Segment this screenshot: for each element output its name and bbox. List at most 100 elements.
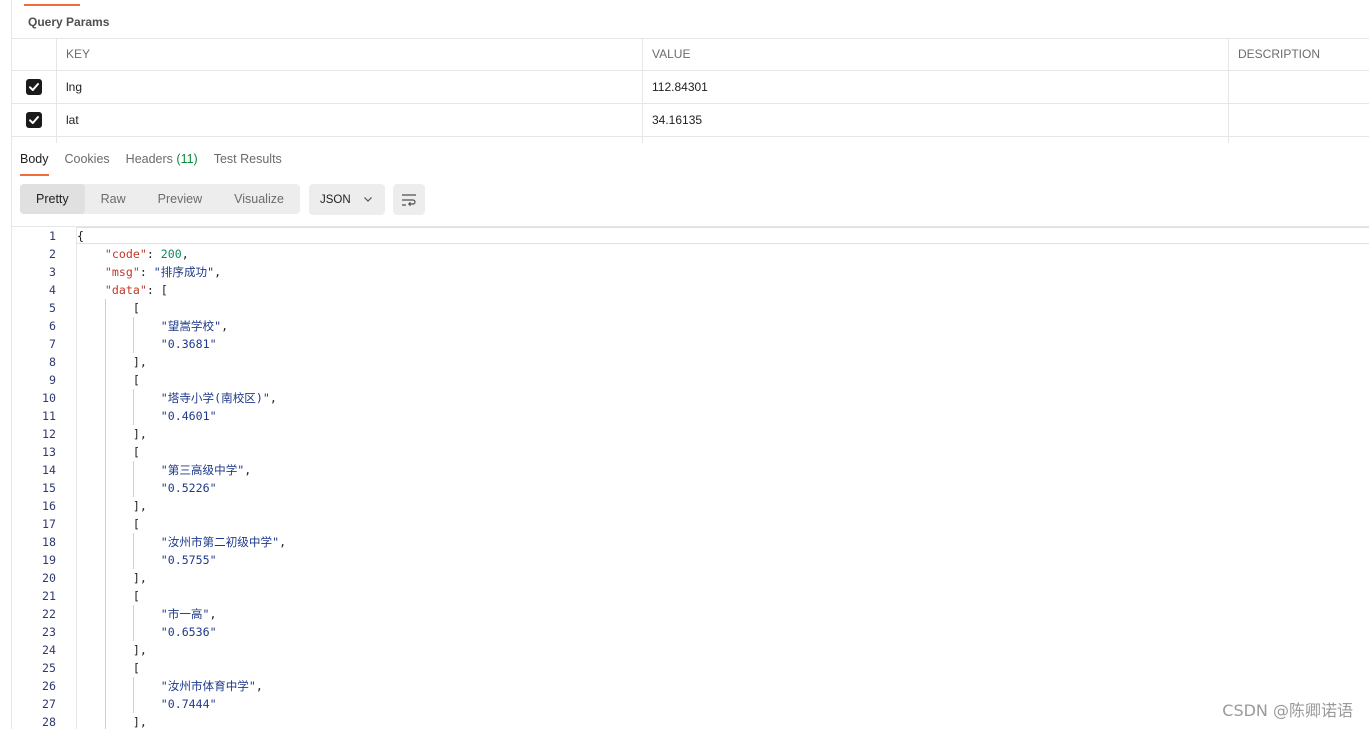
code-line: 19 "0.5755" xyxy=(12,551,1369,569)
code-text: [ xyxy=(77,661,140,675)
code-text: "0.7444" xyxy=(160,697,217,711)
code-line: 3 "msg": "排序成功", xyxy=(12,263,1369,281)
line-number: 22 xyxy=(42,607,56,621)
code-line: 12 ], xyxy=(12,425,1369,443)
indent-guide xyxy=(133,677,134,713)
code-line: 21 [ xyxy=(12,587,1369,605)
headers-count-badge: (11) xyxy=(176,152,198,166)
param-description-cell xyxy=(1228,137,1369,143)
code-text: "第三高级中学", xyxy=(160,463,252,477)
code-text: "msg": "排序成功", xyxy=(104,265,222,279)
indent-guide xyxy=(133,533,134,569)
table-header-row: KEY VALUE DESCRIPTION xyxy=(12,38,1369,71)
response-body-viewer[interactable]: 1{2 "code": 200, 3 "msg": "排序成功", 4 "data"… xyxy=(12,226,1369,729)
code-text: ], xyxy=(77,427,147,441)
code-text: ], xyxy=(77,571,147,585)
code-line: 28 ], xyxy=(12,713,1369,729)
wrap-lines-button[interactable] xyxy=(393,184,425,215)
tab-cookies[interactable]: Cookies xyxy=(65,152,110,176)
checkmark-icon xyxy=(29,83,39,91)
table-row: lat 34.16135 xyxy=(12,104,1369,137)
code-text: "0.3681" xyxy=(160,337,217,351)
line-number: 28 xyxy=(42,715,56,729)
code-text: [ xyxy=(77,301,140,315)
code-line: 26 "汝州市体育中学", xyxy=(12,677,1369,695)
view-mode-visualize[interactable]: Visualize xyxy=(218,184,300,214)
view-mode-pretty[interactable]: Pretty xyxy=(20,184,85,214)
param-value-cell[interactable]: 34.16135 xyxy=(642,104,1228,136)
row-checkbox-cell xyxy=(12,104,56,136)
code-line: 13 [ xyxy=(12,443,1369,461)
param-description-cell[interactable] xyxy=(1228,104,1369,136)
code-text: [ xyxy=(77,373,140,387)
code-text: ], xyxy=(77,715,147,729)
indent-guide xyxy=(133,461,134,497)
checkbox-lat[interactable] xyxy=(26,112,42,128)
code-text: "汝州市第二初级中学", xyxy=(160,535,287,549)
param-description-cell[interactable] xyxy=(1228,71,1369,103)
code-text: ], xyxy=(77,643,147,657)
code-line: 25 [ xyxy=(12,659,1369,677)
code-line: 16 ], xyxy=(12,497,1369,515)
code-text: ], xyxy=(77,355,147,369)
code-line: 15 "0.5226" xyxy=(12,479,1369,497)
code-line: 2 "code": 200, xyxy=(12,245,1369,263)
code-line: 10 "塔寺小学(南校区)", xyxy=(12,389,1369,407)
code-text: "望嵩学校", xyxy=(160,319,229,333)
view-mode-preview[interactable]: Preview xyxy=(142,184,218,214)
line-number: 13 xyxy=(42,445,56,459)
checkmark-icon xyxy=(29,116,39,124)
table-row: lng 112.84301 xyxy=(12,71,1369,104)
column-header-description: DESCRIPTION xyxy=(1228,38,1369,70)
code-text: "市一高", xyxy=(160,607,217,621)
code-line: 20 ], xyxy=(12,569,1369,587)
checkbox-lng[interactable] xyxy=(26,79,42,95)
line-number: 12 xyxy=(42,427,56,441)
watermark: CSDN @陈卿诺语 xyxy=(1222,701,1353,720)
view-mode-raw[interactable]: Raw xyxy=(85,184,142,214)
tab-headers-label: Headers xyxy=(125,152,173,166)
code-line: 8 ], xyxy=(12,353,1369,371)
param-value-cell[interactable]: 112.84301 xyxy=(642,71,1228,103)
tab-test-results[interactable]: Test Results xyxy=(214,152,282,176)
query-params-title: Query Params xyxy=(28,15,110,29)
line-number: 23 xyxy=(42,625,56,639)
indent-guide xyxy=(133,317,134,353)
line-number: 27 xyxy=(42,697,56,711)
code-text: { xyxy=(77,229,84,243)
table-row-partial xyxy=(12,137,1369,143)
view-mode-selector: Pretty Raw Preview Visualize xyxy=(20,184,300,214)
param-key-cell[interactable]: lat xyxy=(56,104,642,136)
code-line: 27 "0.7444" xyxy=(12,695,1369,713)
code-text: [ xyxy=(77,517,140,531)
code-text: "code": 200, xyxy=(104,247,189,261)
code-line: 9 [ xyxy=(12,371,1369,389)
active-section-indicator xyxy=(24,4,80,6)
code-text: "0.6536" xyxy=(160,625,217,639)
code-line: 22 "市一高", xyxy=(12,605,1369,623)
format-dropdown[interactable]: JSON xyxy=(309,184,385,215)
code-text: "data": [ xyxy=(104,283,168,297)
line-number: 2 xyxy=(49,247,56,261)
line-number: 24 xyxy=(42,643,56,657)
code-line: 24 ], xyxy=(12,641,1369,659)
query-params-table: KEY VALUE DESCRIPTION lng 112.84301 lat … xyxy=(12,38,1369,143)
code-text: ], xyxy=(77,499,147,513)
line-number: 10 xyxy=(42,391,56,405)
code-line: 11 "0.4601" xyxy=(12,407,1369,425)
code-text: "0.5755" xyxy=(160,553,217,567)
param-key-cell[interactable]: lng xyxy=(56,71,642,103)
tab-headers[interactable]: Headers (11) xyxy=(126,152,198,176)
code-text: [ xyxy=(77,445,140,459)
code-line: 7 "0.3681" xyxy=(12,335,1369,353)
row-checkbox-cell xyxy=(12,71,56,103)
code-line: 1{ xyxy=(12,227,1369,245)
indent-guide xyxy=(133,605,134,641)
line-number: 25 xyxy=(42,661,56,675)
wrap-lines-icon xyxy=(402,193,416,206)
code-line: 5 [ xyxy=(12,299,1369,317)
line-number: 9 xyxy=(49,373,56,387)
indent-guide xyxy=(133,389,134,425)
tab-body[interactable]: Body xyxy=(20,152,49,176)
line-number: 8 xyxy=(49,355,56,369)
